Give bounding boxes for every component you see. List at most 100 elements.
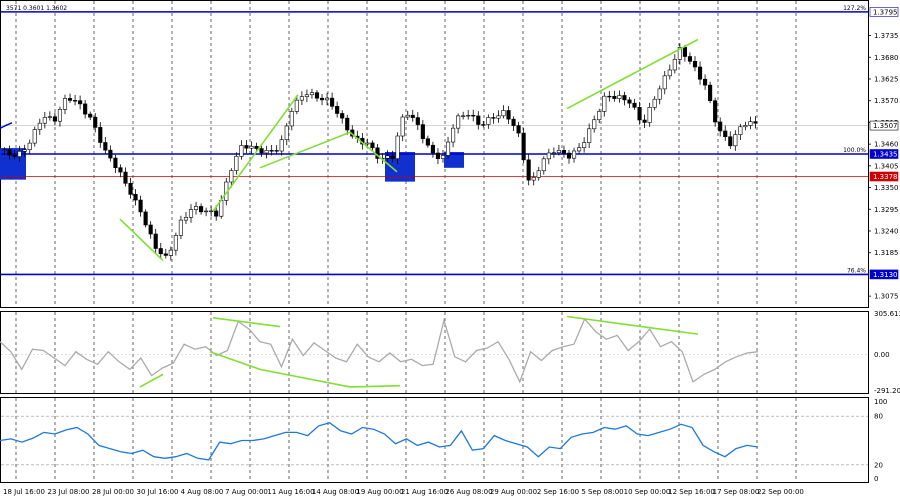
candle-body: [214, 210, 219, 217]
candle-body: [52, 116, 57, 122]
candle-body: [395, 135, 400, 159]
candle-body: [471, 114, 476, 117]
candle-body: [456, 115, 461, 129]
cci-tick-label: 305.613: [874, 310, 900, 318]
candle-body: [461, 115, 466, 117]
candle-body: [204, 210, 209, 213]
candle-body: [234, 156, 239, 171]
candle-body: [239, 145, 244, 157]
rsi-y-axis: 100 80 20 0: [874, 398, 887, 483]
y-tick-label: 1.3075: [874, 293, 899, 301]
candle-body: [466, 114, 471, 117]
candle-body: [294, 99, 299, 112]
price-tag-label: 1.3507: [873, 122, 898, 130]
candle-body: [73, 100, 78, 102]
candle-body: [531, 177, 536, 181]
candle-body: [365, 142, 370, 145]
candle-body: [652, 98, 657, 108]
cci-y-axis: 305.613 0.00 -291.209: [874, 310, 900, 395]
candle-body: [561, 150, 567, 154]
candle-body: [697, 66, 703, 80]
price-tag-label: 1.3378: [873, 173, 898, 181]
candle-body: [249, 145, 254, 149]
candle-body: [743, 125, 748, 128]
candle-body: [682, 47, 687, 57]
x-tick-label: 18 Jul 16:00: [3, 488, 45, 496]
candle-body: [541, 158, 546, 172]
candle-body: [264, 150, 269, 154]
candle-body: [687, 56, 693, 62]
candle-body: [158, 248, 163, 255]
candle-body: [708, 84, 713, 101]
x-tick-label: 10 Sep 00:00: [624, 488, 671, 496]
candle-body: [516, 125, 521, 134]
x-tick-label: 22 Sep 00:00: [757, 488, 804, 496]
x-tick-label: 17 Sep 08:00: [713, 488, 760, 496]
candle-body: [88, 113, 93, 118]
candle-body: [440, 155, 446, 159]
candle-body: [728, 136, 733, 147]
y-tick-label: 1.3460: [874, 141, 899, 149]
candle-body: [662, 75, 667, 90]
candle-body: [335, 106, 340, 114]
y-tick-label: 1.3680: [874, 54, 899, 62]
level-tag: 127.2%: [843, 5, 866, 12]
candle-body: [385, 155, 390, 159]
candle-body: [415, 117, 420, 125]
candle-body: [57, 109, 63, 122]
candle-body: [340, 113, 345, 119]
price-tag-label: 1.3795: [873, 8, 898, 16]
x-tick-label: 21 Aug 16:00: [401, 488, 448, 496]
x-tick-label: 5 Sep 08:00: [581, 488, 623, 496]
y-tick-label: 1.3350: [874, 184, 899, 192]
candle-body: [617, 95, 622, 99]
candle-body: [627, 99, 632, 104]
candle-body: [592, 119, 597, 130]
candle-body: [314, 92, 320, 99]
candle-body: [521, 132, 526, 161]
y-tick-label: 1.3295: [874, 206, 899, 214]
candle-body: [143, 211, 148, 226]
candle-body: [501, 110, 506, 117]
candle-body: [430, 144, 435, 154]
candle-body: [632, 102, 637, 108]
candle-body: [445, 141, 451, 156]
y-tick-label: 1.3735: [874, 32, 899, 40]
x-tick-label: 29 Aug 00:00: [490, 488, 537, 496]
candle-body: [672, 58, 677, 71]
candle-body: [67, 98, 73, 101]
candle-body: [496, 115, 501, 119]
candle-body: [667, 69, 672, 77]
y-tick-label: 1.3625: [874, 75, 899, 83]
candle-body: [405, 114, 410, 118]
candle-body: [577, 147, 582, 152]
candle-body: [612, 95, 617, 99]
candle-body: [582, 142, 587, 148]
candle-body: [138, 199, 143, 213]
candle-body: [602, 95, 607, 112]
candle-body: [451, 127, 456, 143]
candle-body: [319, 97, 325, 101]
x-tick-label: 4 Aug 08:00: [181, 488, 224, 496]
candle-body: [657, 88, 662, 100]
candle-body: [607, 95, 612, 98]
candle-body: [279, 139, 284, 152]
candle-body: [123, 171, 128, 184]
candle-body: [299, 96, 304, 101]
candle-body: [148, 224, 153, 235]
trading-chart: 127.2% 100.0% 76.4% 1.3735 1.3680 1.3625 1.35…: [0, 0, 900, 496]
price-y-axis: 1.37351.36801.36251.35701.35151.34601.34…: [868, 7, 899, 301]
rsi-tick-label: 80: [874, 413, 883, 421]
candle-body: [733, 134, 738, 147]
candle-body: [647, 107, 652, 123]
candle-body: [587, 128, 592, 143]
x-tick-label: 7 Aug 00:00: [225, 488, 268, 496]
candle-body: [93, 116, 98, 128]
level-tag: 100.0%: [843, 147, 866, 154]
x-tick-label: 23 Jul 08:00: [48, 488, 90, 496]
candle-body: [98, 127, 103, 143]
candle-body: [491, 117, 496, 119]
candle-body: [244, 145, 249, 149]
candle-body: [7, 149, 12, 156]
candle-body: [390, 155, 395, 159]
